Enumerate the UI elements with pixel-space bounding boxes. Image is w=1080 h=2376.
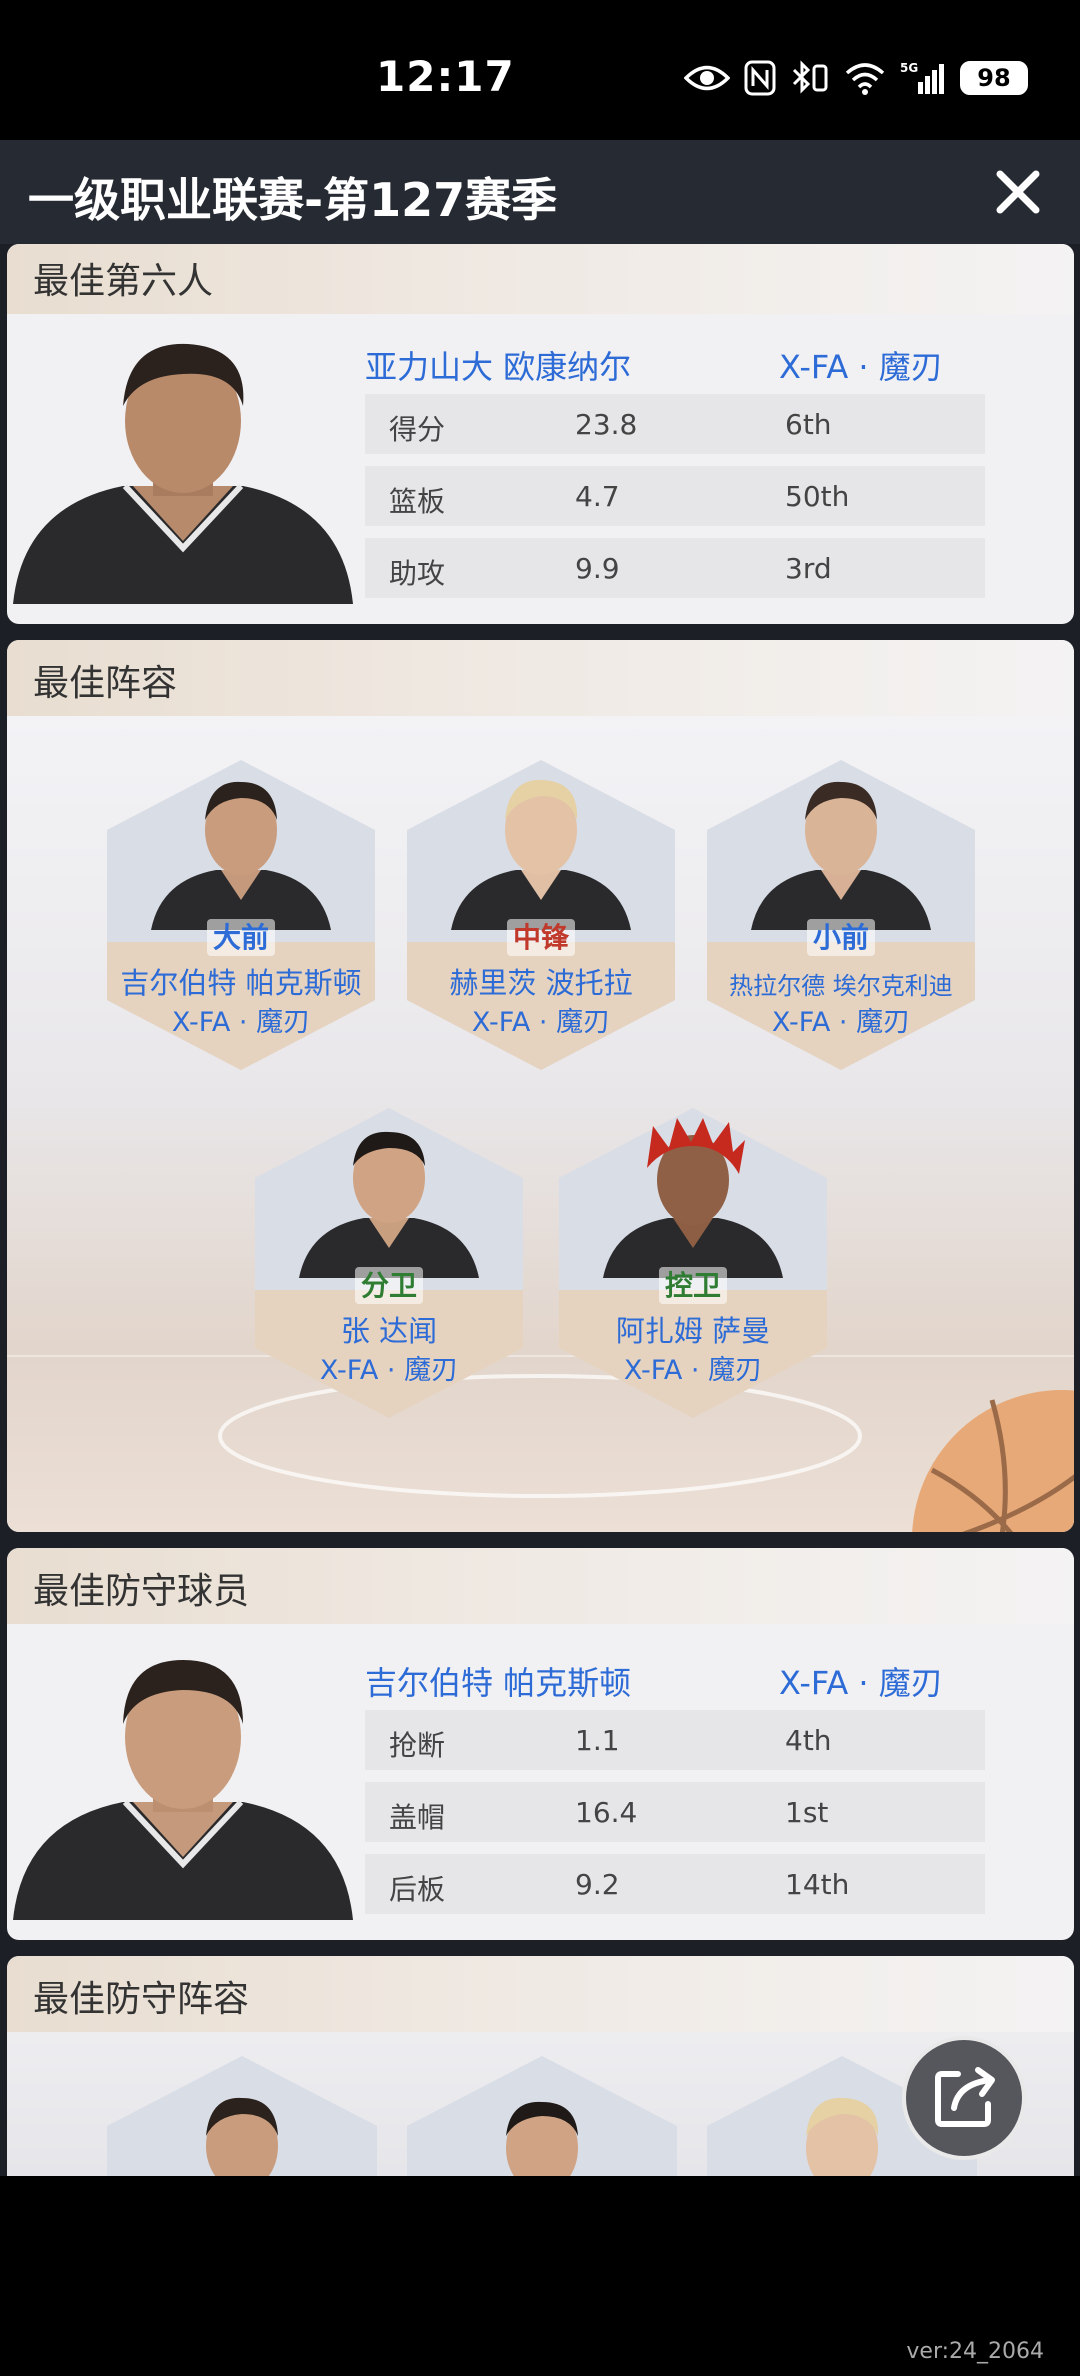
player-name[interactable]: 亚力山大 欧康纳尔 [365, 342, 631, 388]
section-title: 最佳防守球员 [33, 1571, 250, 1612]
stat-label: 后板 [389, 1873, 446, 1906]
player-portrait [13, 1660, 353, 1920]
position-badge: 小前 [707, 916, 975, 956]
player-team[interactable]: X-FA · 魔刃 [255, 1348, 523, 1387]
share-button[interactable] [902, 2036, 1026, 2160]
share-icon [935, 2067, 995, 2127]
player-portrait [603, 1118, 783, 1278]
bottom-overlay: ver:24_2064 [0, 2176, 1080, 2376]
stat-label: 篮板 [389, 485, 446, 518]
stat-rank: 1st [785, 1796, 829, 1829]
lineup-player-card[interactable]: 控卫 阿扎姆 萨曼 X-FA · 魔刃 [559, 1108, 827, 1418]
player-portrait [13, 343, 353, 604]
svg-text:5G: 5G [900, 61, 918, 75]
awards-scroll-area[interactable]: 最佳第六人 亚力山大 欧康纳尔 X-FA · 魔刃 得分 23.8 6th 篮板… [0, 244, 1080, 2176]
player-team[interactable]: X-FA · 魔刃 [559, 1348, 827, 1387]
stat-rank: 3rd [785, 552, 832, 585]
close-icon[interactable] [992, 166, 1044, 218]
position-label: 控卫 [658, 1267, 727, 1304]
status-time: 12:17 [376, 52, 515, 101]
position-badge: 分卫 [255, 1264, 523, 1304]
stat-rank: 6th [785, 408, 832, 441]
page-title: 一级职业联赛-第127赛季 [28, 173, 558, 227]
basketball-icon [912, 1390, 1074, 1532]
player-name[interactable]: 吉尔伯特 帕克斯顿 [365, 1658, 631, 1704]
lineup-player-card-preview [407, 2056, 677, 2176]
stat-row: 得分 23.8 6th [365, 394, 985, 454]
all-league-card: 最佳阵容 大前 吉尔伯特 帕克斯顿 X-FA · 魔刃 中锋 赫里茨 波托拉 X… [7, 640, 1074, 1532]
player-team[interactable]: X-FA · 魔刃 [707, 1000, 975, 1039]
lineup-player-card[interactable]: 中锋 赫里茨 波托拉 X-FA · 魔刃 [407, 760, 675, 1070]
position-badge: 控卫 [559, 1264, 827, 1304]
section-title: 最佳防守阵容 [33, 1979, 250, 2020]
stat-rank: 14th [785, 1868, 850, 1901]
battery-indicator: 98 [960, 61, 1028, 95]
title-bar: 一级职业联赛-第127赛季 [0, 140, 1080, 244]
eye-icon [684, 65, 730, 91]
player-team[interactable]: X-FA · 魔刃 [407, 1000, 675, 1039]
stat-value: 16.4 [575, 1796, 638, 1829]
player-team[interactable]: X-FA · 魔刃 [779, 1658, 943, 1704]
player-portrait [151, 781, 331, 930]
position-label: 分卫 [354, 1267, 423, 1304]
player-name[interactable]: 阿扎姆 萨曼 [559, 1308, 827, 1350]
sixth-man-card: 最佳第六人 亚力山大 欧康纳尔 X-FA · 魔刃 得分 23.8 6th 篮板… [7, 244, 1074, 624]
signal-icon: 5G [900, 61, 944, 94]
lineup-player-card[interactable]: 分卫 张 达闻 X-FA · 魔刃 [255, 1108, 523, 1418]
stat-value: 9.9 [575, 552, 620, 585]
defensive-player-card: 最佳防守球员 吉尔伯特 帕克斯顿 X-FA · 魔刃 抢断 1.1 4th 盖帽… [7, 1548, 1074, 1940]
player-name[interactable]: 赫里茨 波托拉 [407, 960, 675, 1002]
lineup-player-card[interactable]: 大前 吉尔伯特 帕克斯顿 X-FA · 魔刃 [107, 760, 375, 1070]
all-league-header: 最佳阵容 [7, 640, 1074, 716]
stat-row: 助攻 9.9 3rd [365, 538, 985, 598]
player-team[interactable]: X-FA · 魔刃 [107, 1000, 375, 1039]
player-portrait [751, 781, 931, 930]
stat-rank: 4th [785, 1724, 832, 1757]
stat-rank: 50th [785, 480, 850, 513]
status-bar: 12:17 5G 98 [0, 0, 1080, 140]
player-portrait [451, 779, 631, 930]
defensive-player-header: 最佳防守球员 [7, 1548, 1074, 1624]
position-badge: 中锋 [407, 916, 675, 956]
wifi-icon [845, 63, 885, 95]
stat-value: 1.1 [575, 1724, 620, 1757]
stat-label: 抢断 [389, 1729, 446, 1762]
position-label: 小前 [806, 919, 875, 956]
stat-row: 篮板 4.7 50th [365, 466, 985, 526]
position-label: 中锋 [506, 919, 575, 956]
player-portrait [299, 1131, 479, 1278]
section-title: 最佳阵容 [33, 663, 178, 704]
section-title: 最佳第六人 [33, 261, 214, 302]
all-defense-header: 最佳防守阵容 [7, 1956, 1074, 2032]
stat-value: 4.7 [575, 480, 620, 513]
sixth-man-header: 最佳第六人 [7, 244, 1074, 314]
player-name[interactable]: 张 达闻 [255, 1308, 523, 1350]
bluetooth-icon [792, 60, 828, 94]
lineup-player-card-preview [107, 2056, 377, 2176]
stat-row: 后板 9.2 14th [365, 1854, 985, 1914]
player-name[interactable]: 吉尔伯特 帕克斯顿 [107, 960, 375, 1002]
version-label: ver:24_2064 [906, 2339, 1044, 2364]
stat-label: 得分 [389, 413, 446, 446]
status-icons: 5G 98 [684, 58, 1028, 98]
stat-row: 盖帽 16.4 1st [365, 1782, 985, 1842]
stat-value: 9.2 [575, 1868, 620, 1901]
stat-label: 盖帽 [389, 1801, 446, 1834]
lineup-player-card[interactable]: 小前 热拉尔德 埃尔克利迪 X-FA · 魔刃 [707, 760, 975, 1070]
stat-row: 抢断 1.1 4th [365, 1710, 985, 1770]
stat-label: 助攻 [389, 557, 446, 590]
position-badge: 大前 [107, 916, 375, 956]
stat-value: 23.8 [575, 408, 638, 441]
player-name[interactable]: 热拉尔德 埃尔克利迪 [707, 966, 975, 1001]
position-label: 大前 [206, 919, 275, 956]
player-team[interactable]: X-FA · 魔刃 [779, 342, 943, 388]
nfc-icon [744, 60, 776, 96]
